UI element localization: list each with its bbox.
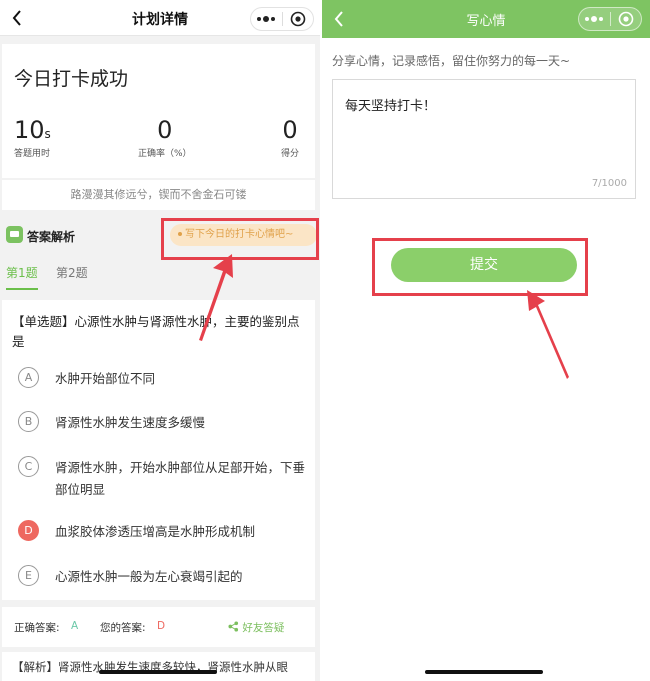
stat-time: 10s 答题用时 (14, 116, 51, 159)
nav-bar: 写心情 (322, 0, 650, 38)
option-text: 心源性水肿一般为左心衰竭引起的 (55, 569, 243, 584)
option-text: 水肿开始部位不同 (55, 371, 156, 386)
home-indicator (99, 670, 217, 674)
option-text: 血浆胶体渗透压增高是水肿形成机制 (55, 524, 256, 539)
your-answer-label: 您的答案: (100, 622, 146, 634)
question-text: 【单选题】心源性水肿与肾源性水肿，主要的鉴别点是 (12, 314, 300, 349)
char-counter: 7/1000 (591, 178, 627, 189)
mood-textarea[interactable]: 每天坚持打卡！ 7/1000 (332, 79, 636, 199)
option-text: 肾源性水肿发生速度多缓慢 (55, 415, 206, 430)
question-card: 【单选题】心源性水肿与肾源性水肿，主要的鉴别点是 A 水肿开始部位不同 B 肾源… (2, 300, 315, 600)
correct-answer-value: A (71, 620, 79, 632)
home-indicator (425, 670, 543, 674)
checkin-success-title: 今日打卡成功 (14, 68, 129, 90)
stat-score: 0 得分 (281, 116, 300, 159)
motto-text: 路漫漫其修远兮，锲而不舍金石可镂 (2, 180, 315, 210)
answer-title: 答案解析 (27, 230, 76, 244)
question-tabs: 第1题 第2题 (0, 258, 320, 294)
option-letter: E (18, 565, 39, 586)
mini-program-capsule (578, 7, 642, 31)
mini-program-capsule (250, 7, 314, 31)
close-target-icon[interactable] (283, 8, 314, 30)
answer-row: 正确答案: A 您的答案: D 好友答疑 (2, 607, 315, 647)
annotation-box (161, 218, 319, 260)
subtitle: 分享心情，记录感悟，留住你努力的每一天~ (332, 54, 571, 68)
option-letter: D (18, 520, 39, 541)
answer-book-icon (6, 226, 23, 243)
your-answer-value: D (157, 620, 166, 632)
option-letter: A (18, 367, 39, 388)
active-tab-indicator (6, 288, 38, 290)
close-target-icon[interactable] (611, 8, 642, 30)
share-icon (228, 621, 239, 632)
write-mood-screen: 写心情 分享心情，记录感悟，留住你努力的每一天~ 每天坚持打卡！ 7/1000 … (322, 0, 650, 681)
more-icon[interactable] (251, 8, 282, 30)
nav-bar: 计划详情 (0, 0, 320, 36)
tab-question-2[interactable]: 第2题 (56, 264, 88, 281)
option-letter: C (18, 456, 39, 477)
more-icon[interactable] (579, 8, 610, 30)
tab-question-1[interactable]: 第1题 (6, 264, 38, 281)
textarea-value: 每天坚持打卡！ (345, 99, 437, 114)
stat-accuracy: 0 正确率（%） (138, 116, 192, 159)
correct-answer-label: 正确答案: (14, 622, 60, 634)
share-button[interactable]: 好友答疑 (228, 620, 284, 635)
option-text: 肾源性水肿，开始水肿部位从足部开始，下垂部位明显 (55, 460, 306, 497)
option-letter: B (18, 411, 39, 432)
result-card: 今日打卡成功 10s 答题用时 0 正确率（%） 0 得分 (2, 44, 315, 178)
plan-detail-screen: 计划详情 今日打卡成功 10s 答题用时 0 正确率（%） 0 得分 路漫漫其修… (0, 0, 320, 681)
analysis-text: 【解析】肾源性水肿发生速度多较快，肾源性水肿从眼 (2, 652, 315, 681)
annotation-box (372, 238, 588, 296)
